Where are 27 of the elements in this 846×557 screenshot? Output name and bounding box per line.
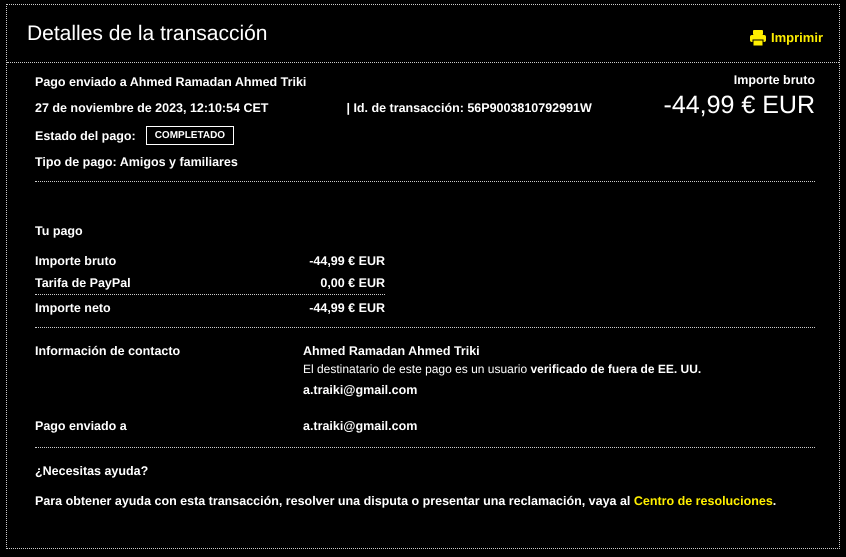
contact-label: Información de contacto [35,344,182,360]
sent-to-label: Pago enviado a [35,419,128,433]
page-title: Detalles de la transacción [27,22,268,46]
transaction-id: | Id. de transacción: 56P9003810792991W [346,100,592,114]
payment-label: Tarifa de PayPal [35,276,132,290]
payment-label: Importe neto [35,301,112,315]
payment-value: 0,00 € EUR [319,276,385,290]
help-heading: ¿Necesitas ayuda? [35,464,150,478]
contact-name: Ahmed Ramadan Ahmed Triki [303,344,481,358]
amount: -44,99 € EUR [664,91,815,120]
amount-label: Importe bruto [734,73,815,87]
contact-email: a.traiki@gmail.com [303,383,418,397]
payment-label: Importe bruto [35,254,118,268]
payment-value: -44,99 € EUR [308,301,385,315]
printer-icon [748,28,767,46]
print-button[interactable]: Imprimir [748,28,823,46]
status-label: Estado del pago: [35,128,136,142]
resolution-center-link[interactable]: Centro de resoluciones [634,494,773,508]
sent-to-email: a.traiki@gmail.com [303,419,418,433]
transaction-date: 27 de noviembre de 2023, 12:10:54 CET [35,100,268,114]
status-badge: COMPLETADO [146,126,234,145]
recipient-line: Pago enviado a Ahmed Ramadan Ahmed Triki [35,75,308,89]
help-text: Para obtener ayuda con esta transacción, resolver una disputa o presentar una reclamación, vaya al Centro de resoluciones. [35,494,778,508]
contact-note: El destinatario de este pago es un usuario verificado de fuera de EE. UU. [303,362,702,376]
payment-value: -44,99 € EUR [308,254,385,268]
section-heading: Tu pago [35,224,84,238]
payment-type: Tipo de pago: Amigos y familiares [35,155,239,169]
